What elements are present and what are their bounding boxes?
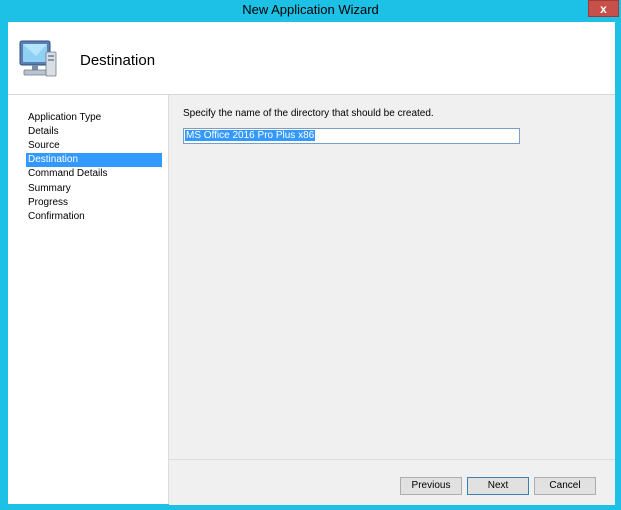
step-details[interactable]: Details — [26, 125, 162, 139]
step-summary[interactable]: Summary — [26, 182, 162, 196]
close-button[interactable]: x — [588, 0, 619, 17]
page-title: Destination — [80, 52, 156, 69]
directory-name-input[interactable]: MS Office 2016 Pro Plus x86 — [183, 128, 520, 144]
title-bar: New Application Wizard x — [0, 0, 621, 22]
button-bar: Previous Next Cancel — [169, 459, 615, 505]
directory-name-value: MS Office 2016 Pro Plus x86 — [185, 130, 316, 141]
directory-prompt: Specify the name of the directory that s… — [183, 108, 434, 119]
step-destination[interactable]: Destination — [26, 153, 162, 167]
previous-button[interactable]: Previous — [400, 477, 462, 495]
wizard-header: Destination — [8, 22, 615, 95]
wizard-window: Destination Application Type Details Sou… — [8, 22, 615, 505]
step-source[interactable]: Source — [26, 139, 162, 153]
step-progress[interactable]: Progress — [26, 196, 162, 210]
computer-icon — [19, 40, 57, 77]
next-button[interactable]: Next — [467, 477, 529, 495]
cancel-button[interactable]: Cancel — [534, 477, 596, 495]
wizard-content: Specify the name of the directory that s… — [169, 95, 615, 459]
step-confirmation[interactable]: Confirmation — [26, 210, 162, 224]
step-command-details[interactable]: Command Details — [26, 167, 162, 181]
window-title: New Application Wizard — [242, 2, 379, 17]
wizard-steps: Application Type Details Source Destinat… — [8, 95, 169, 504]
step-application-type[interactable]: Application Type — [26, 111, 162, 125]
